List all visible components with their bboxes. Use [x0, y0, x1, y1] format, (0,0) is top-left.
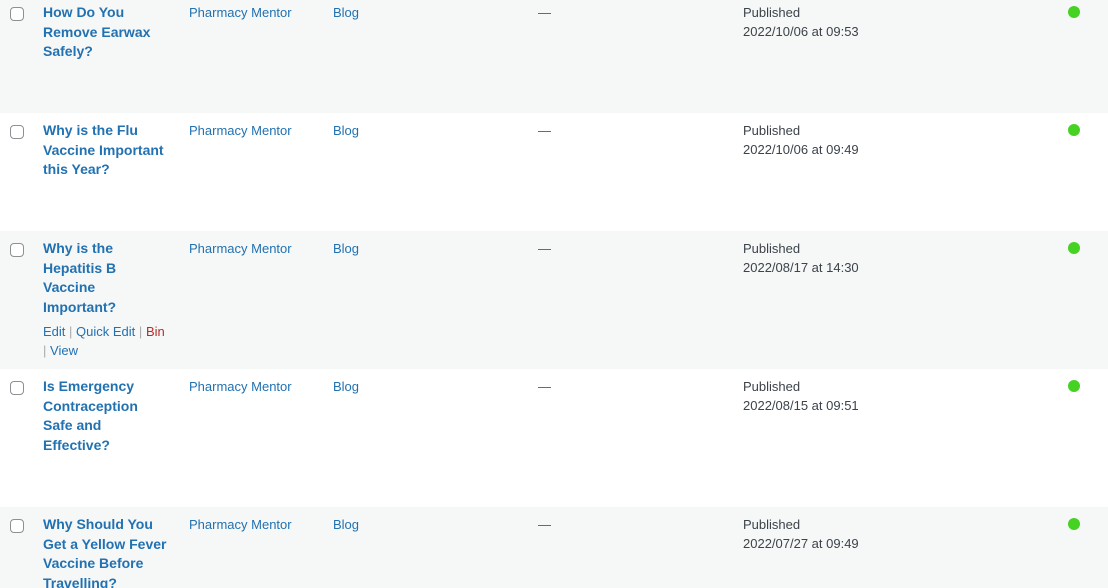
row-checkbox[interactable] — [10, 381, 24, 395]
post-title-link[interactable]: How Do You Remove Earwax Safely? — [43, 3, 178, 62]
author-link[interactable]: Pharmacy Mentor — [189, 377, 292, 396]
date-cell: Published 2022/08/17 at 14:30 — [743, 239, 859, 277]
category-link[interactable]: Blog — [333, 515, 359, 534]
action-separator: | — [43, 343, 47, 358]
status-dot-icon — [1068, 242, 1080, 254]
table-row: Why is the Hepatitis B Vaccine Important… — [0, 231, 1108, 369]
date-cell: Published 2022/10/06 at 09:49 — [743, 121, 859, 159]
author-link[interactable]: Pharmacy Mentor — [189, 515, 292, 534]
view-link[interactable]: View — [50, 343, 78, 358]
date-value: 2022/08/15 at 09:51 — [743, 398, 859, 413]
date-status: Published — [743, 123, 801, 138]
date-cell: Published 2022/08/15 at 09:51 — [743, 377, 859, 415]
date-value: 2022/10/06 at 09:53 — [743, 24, 859, 39]
tags-value: — — [538, 241, 551, 256]
table-row: Why Should You Get a Yellow Fever Vaccin… — [0, 507, 1108, 588]
row-checkbox[interactable] — [10, 125, 24, 139]
post-title-link[interactable]: Why Should You Get a Yellow Fever Vaccin… — [43, 515, 178, 588]
date-value: 2022/07/27 at 09:49 — [743, 536, 859, 551]
category-link[interactable]: Blog — [333, 121, 359, 140]
category-link[interactable]: Blog — [333, 239, 359, 258]
tags-value: — — [538, 5, 551, 20]
post-title-link[interactable]: Is Emergency Contraception Safe and Effe… — [43, 377, 153, 455]
row-checkbox[interactable] — [10, 7, 24, 21]
bin-link[interactable]: Bin — [146, 324, 165, 339]
post-title-link[interactable]: Why is the Hepatitis B Vaccine Important… — [43, 239, 143, 317]
status-dot-icon — [1068, 380, 1080, 392]
author-link[interactable]: Pharmacy Mentor — [189, 3, 292, 22]
date-status: Published — [743, 241, 801, 256]
status-dot-icon — [1068, 518, 1080, 530]
table-row: How Do You Remove Earwax Safely? Pharmac… — [0, 0, 1108, 113]
date-value: 2022/08/17 at 14:30 — [743, 260, 859, 275]
quick-edit-link[interactable]: Quick Edit — [76, 324, 135, 339]
row-checkbox[interactable] — [10, 243, 24, 257]
category-link[interactable]: Blog — [333, 377, 359, 396]
tags-value: — — [538, 517, 551, 532]
row-checkbox[interactable] — [10, 519, 24, 533]
date-cell: Published 2022/07/27 at 09:49 — [743, 515, 859, 553]
date-status: Published — [743, 379, 801, 394]
row-actions: Edit | Quick Edit | Bin | View — [43, 322, 178, 360]
posts-table: How Do You Remove Earwax Safely? Pharmac… — [0, 0, 1108, 588]
tags-value: — — [538, 379, 551, 394]
status-dot-icon — [1068, 124, 1080, 136]
author-link[interactable]: Pharmacy Mentor — [189, 121, 292, 140]
tags-value: — — [538, 123, 551, 138]
date-status: Published — [743, 517, 801, 532]
date-value: 2022/10/06 at 09:49 — [743, 142, 859, 157]
table-row: Is Emergency Contraception Safe and Effe… — [0, 369, 1108, 507]
status-dot-icon — [1068, 6, 1080, 18]
table-row: Why is the Flu Vaccine Important this Ye… — [0, 113, 1108, 231]
author-link[interactable]: Pharmacy Mentor — [189, 239, 292, 258]
edit-link[interactable]: Edit — [43, 324, 65, 339]
date-status: Published — [743, 5, 801, 20]
action-separator: | — [138, 324, 143, 339]
date-cell: Published 2022/10/06 at 09:53 — [743, 3, 859, 41]
post-title-link[interactable]: Why is the Flu Vaccine Important this Ye… — [43, 121, 178, 180]
category-link[interactable]: Blog — [333, 3, 359, 22]
action-separator: | — [69, 324, 73, 339]
